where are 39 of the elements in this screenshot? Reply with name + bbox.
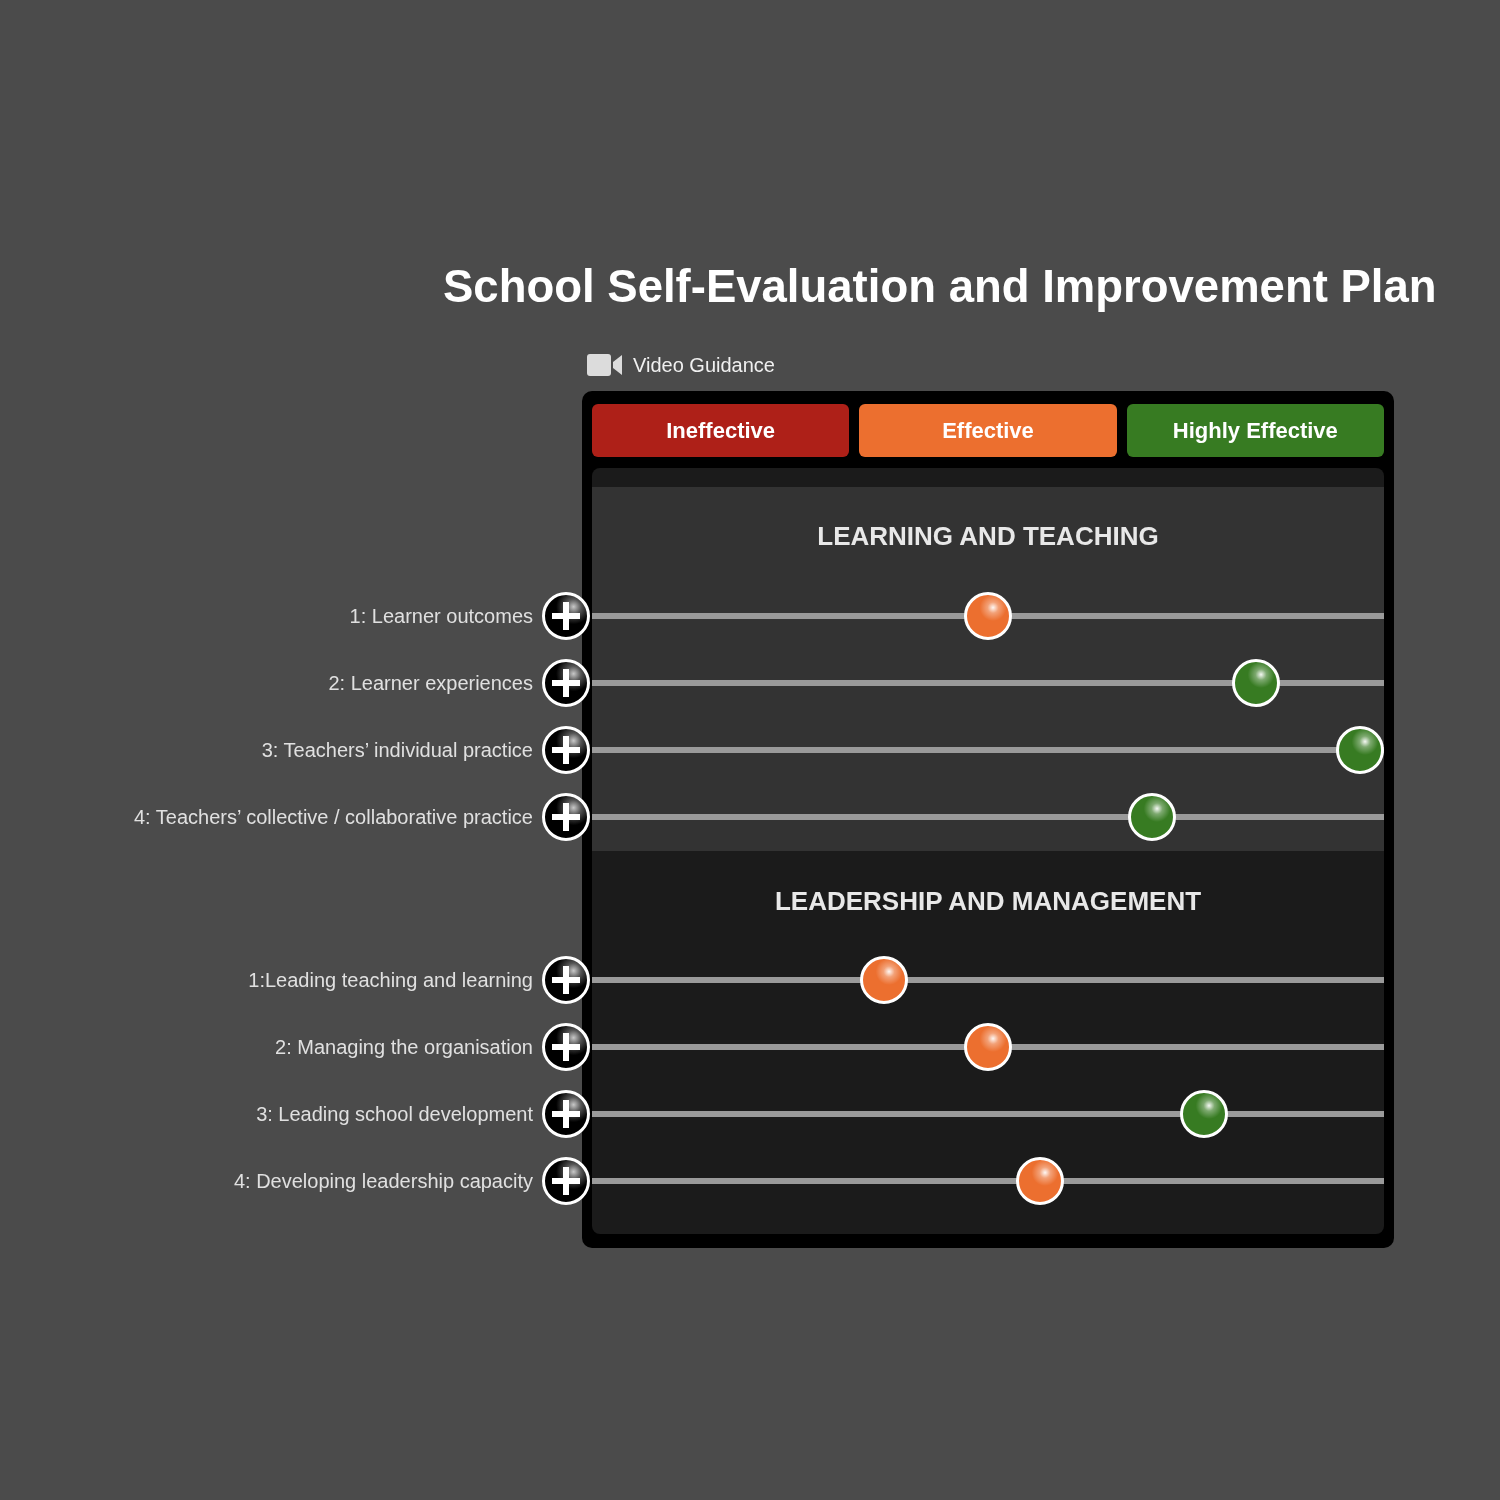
criterion-label: 4: Teachers’ collective / collaborative practice — [132, 805, 533, 829]
plus-icon — [552, 966, 580, 994]
expand-button[interactable] — [542, 726, 590, 774]
rating-button[interactable]: Ineffective — [592, 404, 850, 457]
expand-button[interactable] — [542, 1090, 590, 1138]
slider-thumb[interactable] — [1016, 1157, 1065, 1205]
plus-icon — [552, 736, 580, 764]
slider-thumb[interactable] — [1231, 659, 1280, 707]
expand-button[interactable] — [542, 659, 590, 707]
rating-button[interactable]: Highly Effective — [1126, 404, 1384, 457]
criterion-label: 4: Developing leadership capacity — [232, 1169, 533, 1193]
slider-thumb[interactable] — [1179, 1090, 1228, 1138]
slider-thumb[interactable] — [1127, 793, 1176, 841]
criterion-label: 1: Learner outcomes — [348, 604, 533, 628]
criterion-label: 3: Leading school development — [255, 1102, 533, 1126]
criterion-label: 1:Leading teaching and learning — [247, 968, 533, 992]
plus-icon — [552, 602, 580, 630]
plus-icon — [552, 803, 580, 831]
slider-thumb[interactable] — [859, 956, 908, 1004]
plus-icon — [552, 1033, 580, 1061]
slider-thumb[interactable] — [964, 592, 1012, 640]
expand-button[interactable] — [542, 793, 590, 841]
slider-thumb[interactable] — [1336, 726, 1384, 774]
expand-button[interactable] — [542, 592, 590, 640]
plus-icon — [552, 1100, 580, 1128]
section-heading: LEARNING AND TEACHING — [816, 521, 1160, 551]
criterion-label: 3: Teachers’ individual practice — [260, 738, 533, 762]
plus-icon — [552, 1167, 580, 1195]
plus-icon — [552, 669, 580, 697]
expand-button[interactable] — [542, 1157, 590, 1205]
expand-button[interactable] — [542, 1023, 590, 1071]
video-guidance-link[interactable]: Video Guidance — [587, 353, 775, 377]
criterion-label: 2: Learner experiences — [327, 671, 533, 695]
expand-button[interactable] — [542, 956, 590, 1004]
criterion-label: 2: Managing the organisation — [274, 1035, 533, 1059]
video-camera-icon — [587, 354, 622, 376]
slider-thumb[interactable] — [964, 1023, 1012, 1071]
section-heading: LEADERSHIP AND MANAGEMENT — [773, 886, 1203, 916]
page-title: School Self-Evaluation and Improvement Plan — [442, 260, 1438, 314]
